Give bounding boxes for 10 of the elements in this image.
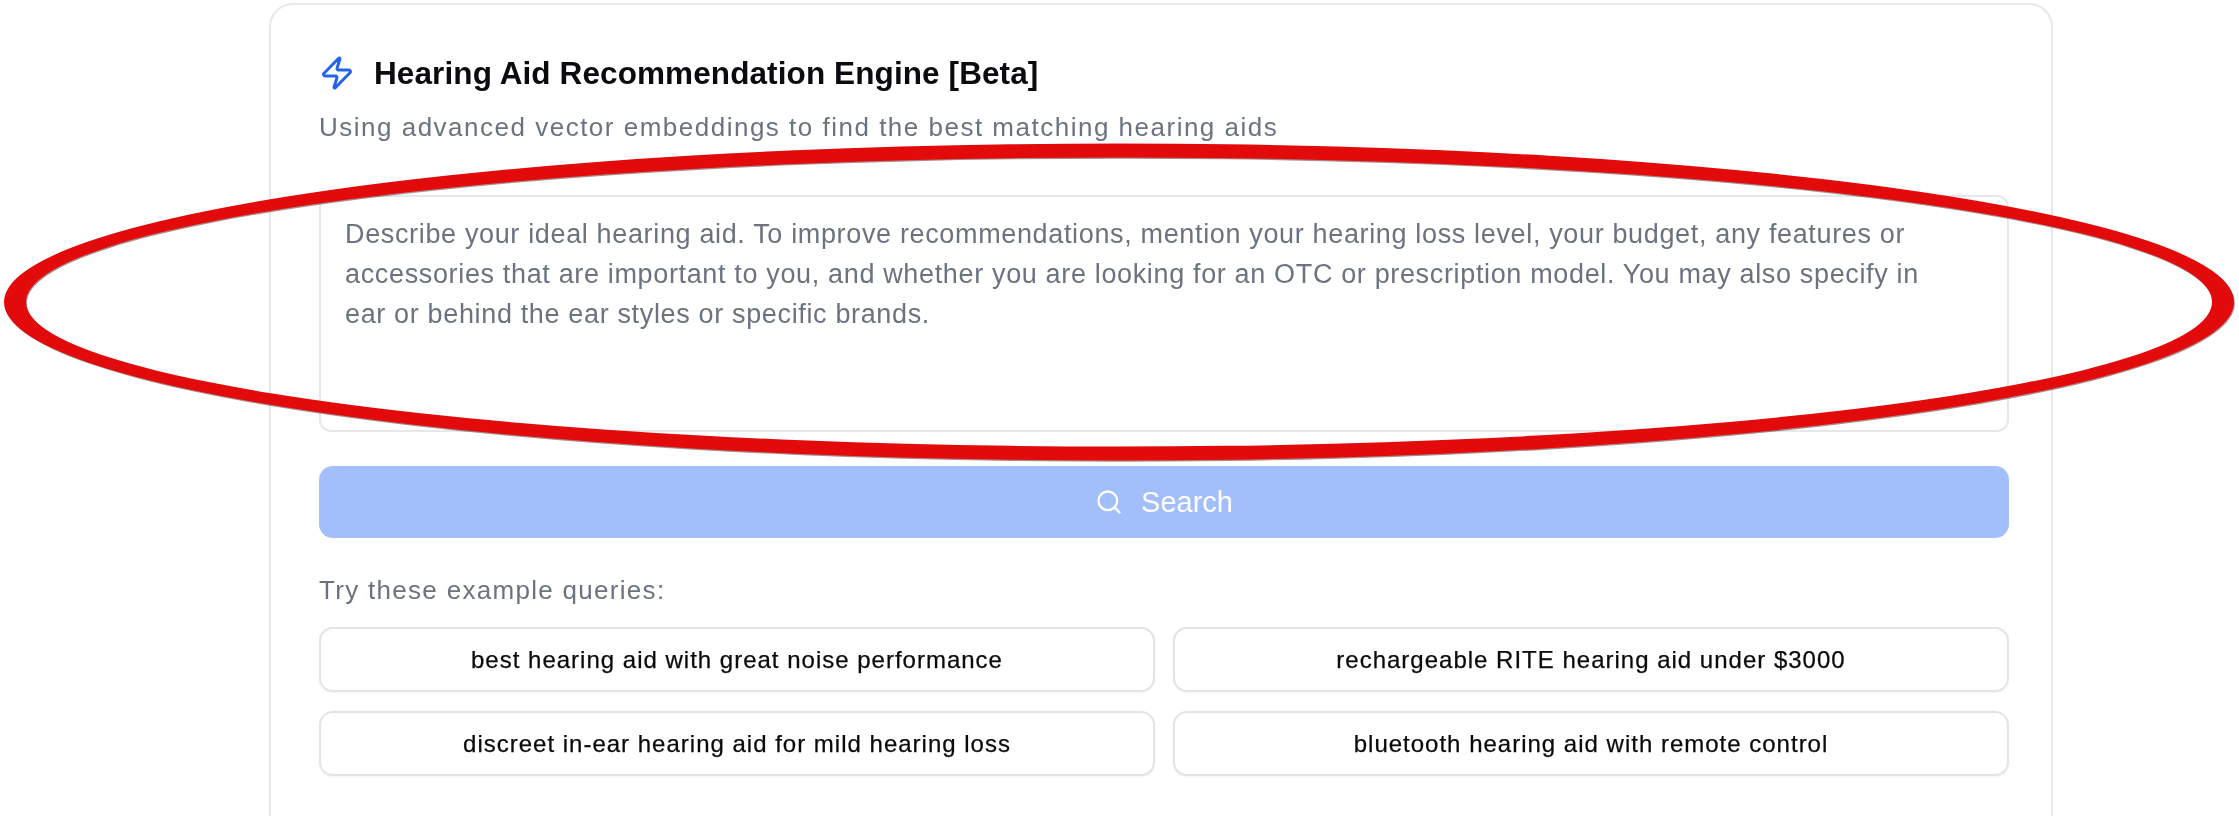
- examples-heading: Try these example queries:: [319, 574, 667, 606]
- card-subtitle: Using advanced vector embeddings to find the best matching hearing aids: [319, 111, 1280, 144]
- card-title: Hearing Aid Recommendation Engine [Beta]: [374, 55, 1039, 91]
- example-query-button[interactable]: best hearing aid with great noise performance: [319, 627, 1155, 692]
- query-field[interactable]: Describe your ideal hearing aid. To improve recommendations, mention your hearing loss level, your budget, any features or accessories that are important to you, and whether you are looking for an OTC or prescription model. You may also specify in ear or behind the ear styles or specific brands.: [319, 195, 2009, 432]
- example-query-button[interactable]: rechargeable RITE hearing aid under $3000: [1173, 627, 2009, 692]
- example-query-button[interactable]: discreet in-ear hearing aid for mild hearing loss: [319, 711, 1155, 776]
- search-icon: [1095, 488, 1124, 516]
- example-query-button[interactable]: bluetooth hearing aid with remote control: [1173, 711, 2009, 776]
- lightning-icon: [319, 55, 355, 91]
